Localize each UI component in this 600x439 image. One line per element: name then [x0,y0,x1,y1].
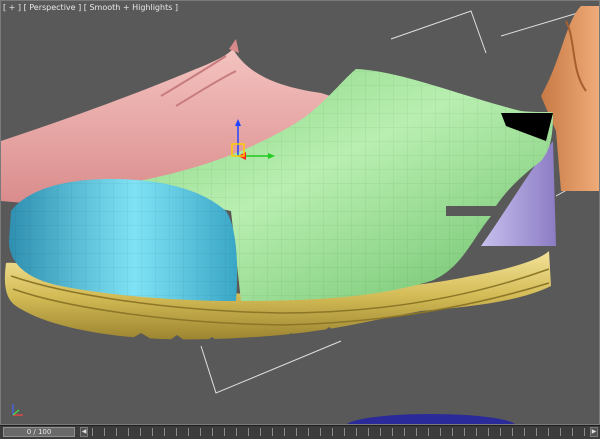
time-slider[interactable]: 0 / 100 [3,427,75,437]
viewport-label[interactable]: [ + ] [ Perspective ] [ Smooth + Highlig… [3,3,178,12]
previous-frame-button[interactable]: ◀ [80,427,88,437]
scene-render [1,6,599,424]
timeline-ruler[interactable] [92,428,586,436]
next-frame-button[interactable]: ▶ [590,427,598,437]
time-slider-bar: 0 / 100 ◀ ▶ [0,425,600,439]
move-gizmo-icon[interactable] [226,116,276,171]
floor-shadow [347,414,515,424]
perspective-viewport[interactable]: [ + ] [ Perspective ] [ Smooth + Highlig… [0,0,600,425]
world-axis-icon [12,404,23,416]
